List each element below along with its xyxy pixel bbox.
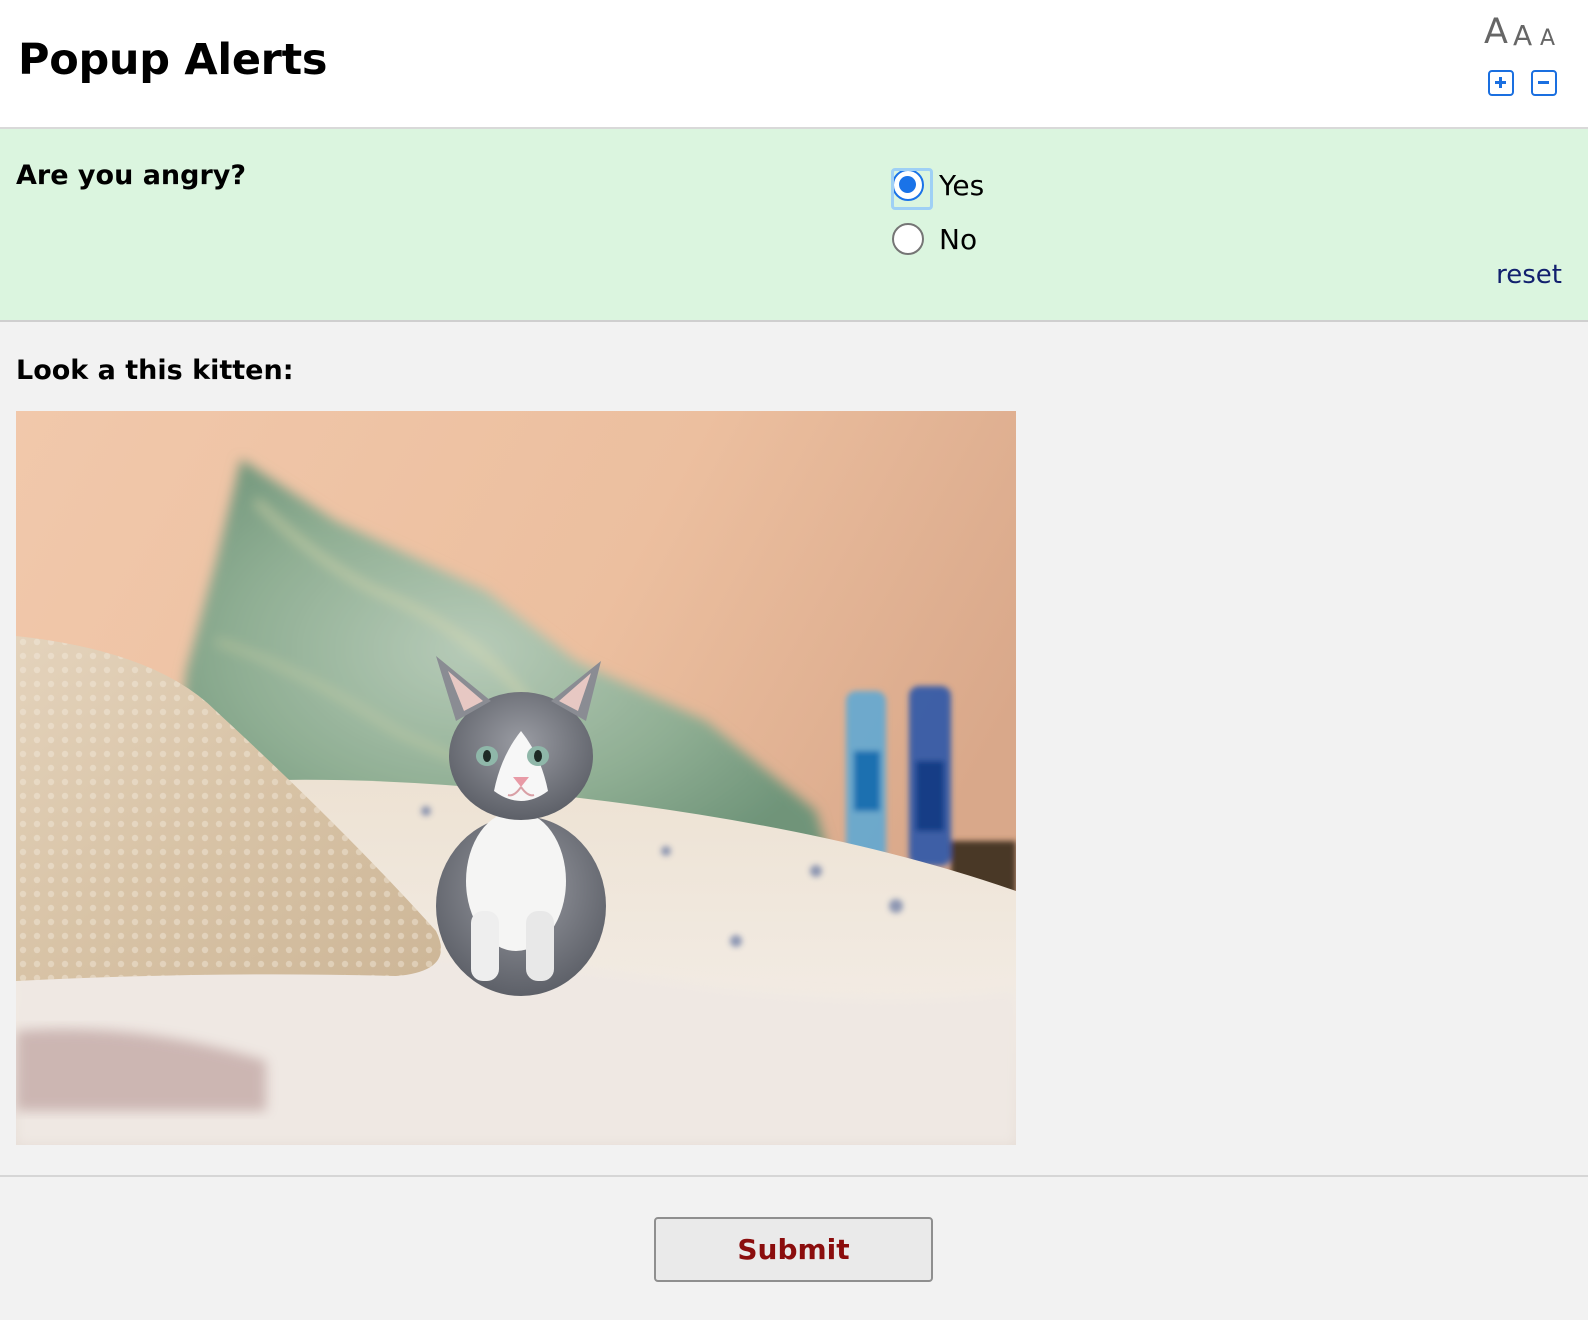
- section-divider: [0, 1175, 1588, 1177]
- zoom-in-icon[interactable]: [1488, 70, 1514, 96]
- focus-ring: [891, 168, 933, 210]
- radio-yes-label[interactable]: Yes: [939, 169, 984, 203]
- font-size-medium-letter: A: [1513, 19, 1533, 52]
- radio-yes[interactable]: [891, 168, 933, 210]
- font-size-large-letter: A: [1484, 12, 1508, 52]
- reset-link[interactable]: reset: [1496, 259, 1562, 291]
- font-size-small-letter: A: [1540, 26, 1556, 51]
- kitten-label: Look a this kitten:: [16, 355, 294, 386]
- font-size-indicator: A A A: [1484, 10, 1574, 50]
- zoom-out-icon[interactable]: [1531, 70, 1557, 96]
- page-title: Popup Alerts: [18, 35, 328, 85]
- page-header: Popup Alerts A A A: [0, 0, 1588, 129]
- kitten-photo: [16, 411, 1016, 1145]
- submit-button[interactable]: Submit: [654, 1217, 933, 1282]
- radio-no[interactable]: [892, 223, 924, 255]
- radio-no-label[interactable]: No: [939, 223, 977, 257]
- question-angry: Are you angry? Yes No reset: [0, 129, 1588, 322]
- question-label: Are you angry?: [16, 160, 247, 191]
